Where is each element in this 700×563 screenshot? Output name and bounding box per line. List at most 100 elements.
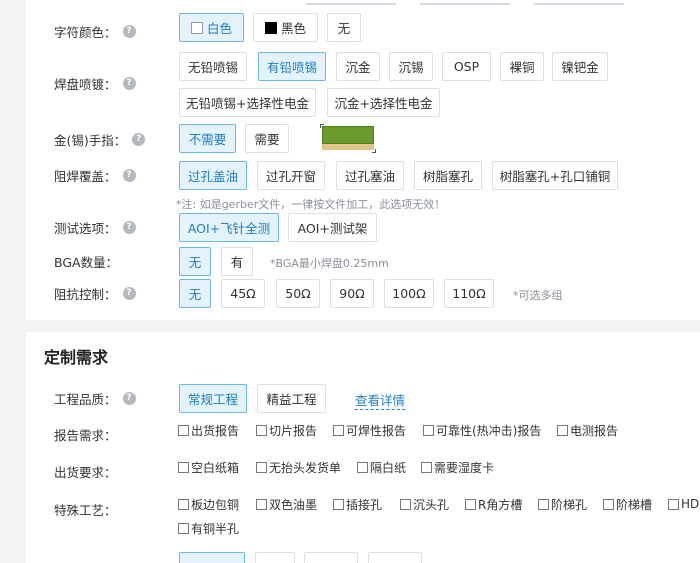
checkbox-label: 阶梯孔 <box>551 497 588 512</box>
checkbox-box[interactable] <box>465 498 476 510</box>
impedance-option[interactable]: 50Ω <box>276 279 320 308</box>
checkbox-box[interactable] <box>423 424 434 436</box>
pad-finish-option[interactable]: 沉金 <box>336 52 380 81</box>
option-label: AOI+测试架 <box>297 221 368 236</box>
checkbox-box[interactable] <box>400 498 411 510</box>
special-checkbox[interactable]: 阶梯槽 <box>603 496 652 512</box>
gold-finger-option-yes[interactable]: 需要 <box>245 124 289 153</box>
impedance-option[interactable]: 110Ω <box>444 279 494 308</box>
help-icon[interactable]: ? <box>122 168 136 182</box>
help-icon[interactable]: ? <box>122 76 136 90</box>
option-label: 沉金 <box>345 60 371 75</box>
help-icon[interactable]: ? <box>122 286 136 300</box>
ship-checkbox[interactable]: 隔白纸 <box>357 459 406 475</box>
checkbox-label: 出货报告 <box>191 423 240 438</box>
help-icon[interactable]: ? <box>132 132 146 146</box>
partial-option[interactable] <box>255 552 295 563</box>
option-label: 过孔开窗 <box>265 169 316 184</box>
pad-finish-option-selected[interactable]: 有铅喷锡 <box>258 52 326 81</box>
checkbox-box[interactable] <box>256 498 267 510</box>
checkbox-box[interactable] <box>557 424 568 436</box>
solder-mask-option[interactable]: 树脂塞孔 <box>414 161 482 190</box>
impedance-option[interactable]: 100Ω <box>384 279 434 308</box>
impedance-option-none[interactable]: 无 <box>179 279 211 308</box>
test-option-flying-probe[interactable]: AOI+飞针全测 <box>179 213 279 242</box>
checkbox-box[interactable] <box>178 498 189 510</box>
ship-checkbox[interactable]: 空白纸箱 <box>178 459 239 475</box>
report-checkbox[interactable]: 切片报告 <box>256 422 317 438</box>
checkbox-box[interactable] <box>178 461 189 473</box>
checkbox-box[interactable] <box>256 461 267 473</box>
solder-mask-option-selected[interactable]: 过孔盖油 <box>179 161 247 190</box>
special-checkbox[interactable]: 沉头孔 <box>400 496 449 512</box>
partial-option[interactable] <box>304 552 358 563</box>
checkbox-label: 切片报告 <box>269 423 318 438</box>
option-label: 有 <box>230 255 244 270</box>
report-checkbox[interactable]: 可靠性(热冲击)报告 <box>423 422 541 438</box>
checkbox-box[interactable] <box>333 424 344 436</box>
test-option-fixture[interactable]: AOI+测试架 <box>288 213 377 242</box>
report-checkbox[interactable]: 可焊性报告 <box>333 422 406 438</box>
gold-finger-option-no[interactable]: 不需要 <box>179 124 236 153</box>
checkbox-box[interactable] <box>668 498 679 510</box>
gold-finger-preview-icon <box>320 124 376 153</box>
bga-option-none[interactable]: 无 <box>179 247 211 276</box>
checkbox-box[interactable] <box>357 461 368 473</box>
solder-mask-option[interactable]: 过孔开窗 <box>257 161 325 190</box>
special-checkbox[interactable]: 双色油墨 <box>256 496 317 512</box>
help-icon[interactable]: ? <box>122 24 136 38</box>
checkbox-box[interactable] <box>178 522 189 534</box>
ship-checkbox[interactable]: 需要湿度卡 <box>421 459 494 475</box>
checkbox-box[interactable] <box>538 498 549 510</box>
impedance-option[interactable]: 90Ω <box>330 279 374 308</box>
option-label: 90Ω <box>339 286 365 301</box>
checkbox-box[interactable] <box>333 498 344 510</box>
special-checkbox[interactable]: 有铜半孔 <box>178 520 239 536</box>
impedance-option[interactable]: 45Ω <box>221 279 265 308</box>
special-checkbox[interactable]: 阶梯孔 <box>538 496 587 512</box>
report-checkbox[interactable]: 出货报告 <box>178 422 239 438</box>
checkbox-label: 双色油墨 <box>269 497 318 512</box>
help-icon[interactable]: ? <box>122 220 136 234</box>
char-color-option-black[interactable]: 黑色 <box>253 13 318 42</box>
checkbox-box[interactable] <box>256 424 267 436</box>
top-tab-underline <box>534 0 624 5</box>
checkbox-box[interactable] <box>178 424 189 436</box>
char-color-option-white[interactable]: 白色 <box>179 13 244 42</box>
pad-finish-option[interactable]: 沉金+选择性电金 <box>327 88 440 117</box>
gold-finger-label: 金(锡)手指：? <box>54 130 146 148</box>
special-checkbox[interactable]: HD <box>668 496 699 512</box>
checkbox-box[interactable] <box>421 461 432 473</box>
pad-finish-option[interactable]: 无铅喷锡 <box>179 52 247 81</box>
checkbox-box[interactable] <box>603 498 614 510</box>
view-details-link[interactable]: 查看详情 <box>355 390 406 410</box>
pad-finish-option[interactable]: 沉锡 <box>389 52 433 81</box>
partial-option[interactable] <box>368 552 422 563</box>
pad-finish-option[interactable]: 裸铜 <box>500 52 544 81</box>
checkbox-label: 板边包铜 <box>191 497 240 512</box>
special-checkbox[interactable]: 插接孔 <box>333 496 382 512</box>
partial-option-selected[interactable] <box>179 552 245 563</box>
option-label: 黑色 <box>280 21 306 36</box>
board-options-panel <box>26 0 700 320</box>
report-checkbox[interactable]: 电测报告 <box>557 422 618 438</box>
ship-checkbox[interactable]: 无抬头发货单 <box>256 459 341 475</box>
report-req-label-text: 报告需求： <box>54 427 117 443</box>
pcb-green-area <box>322 126 374 144</box>
pad-finish-option[interactable]: 镍钯金 <box>552 52 608 81</box>
special-checkbox[interactable]: R角方槽 <box>465 496 522 512</box>
bga-option-yes[interactable]: 有 <box>221 247 253 276</box>
top-tab-underline <box>306 0 396 5</box>
pad-finish-option[interactable]: 无铅喷锡+选择性电金 <box>179 88 316 117</box>
checkbox-label: 空白纸箱 <box>191 460 240 475</box>
impedance-label: 阻抗控制：? <box>54 284 136 302</box>
char-color-option-none[interactable]: 无 <box>327 13 361 42</box>
solder-mask-option[interactable]: 过孔塞油 <box>336 161 404 190</box>
solder-mask-option[interactable]: 树脂塞孔+孔口铺铜 <box>492 161 618 190</box>
engineering-option-lean[interactable]: 精益工程 <box>257 384 326 413</box>
pad-finish-option[interactable]: OSP <box>442 52 491 81</box>
custom-section-title: 定制需求 <box>44 348 109 367</box>
special-checkbox[interactable]: 板边包铜 <box>178 496 239 512</box>
help-icon[interactable]: ? <box>122 391 136 405</box>
engineering-option-standard[interactable]: 常规工程 <box>179 384 247 413</box>
